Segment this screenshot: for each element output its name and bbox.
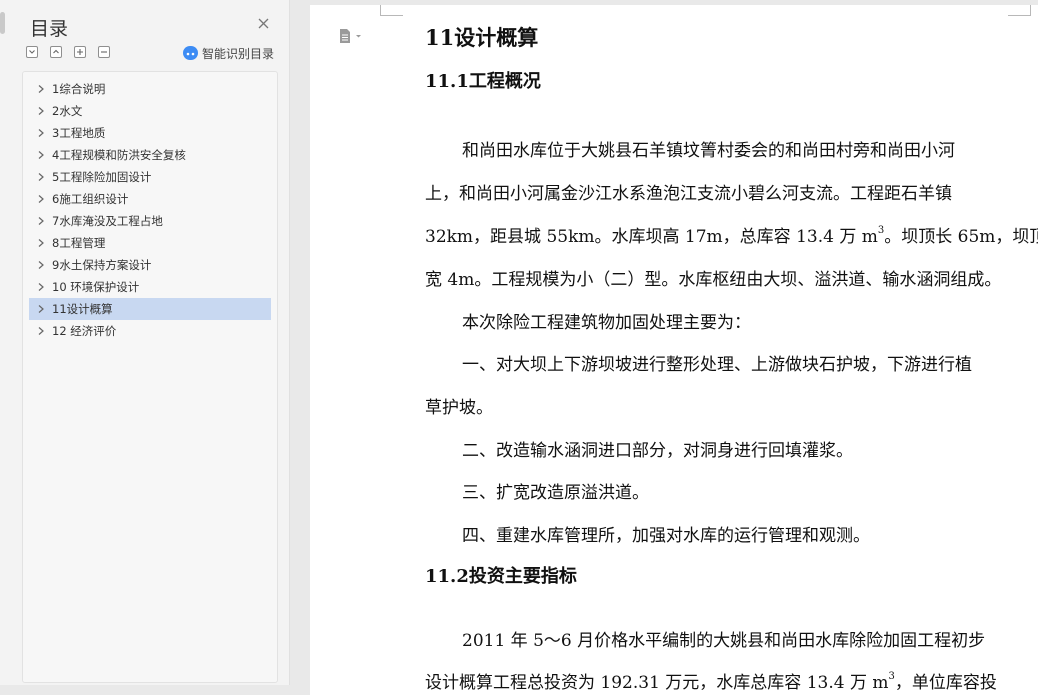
superscript: 3: [877, 225, 885, 237]
collapse-all-icon[interactable]: [50, 46, 62, 58]
smart-toc-button[interactable]: 智能识别目录: [183, 44, 274, 62]
toc-item[interactable]: 9水土保持方案设计: [29, 254, 271, 276]
toc-item-selected[interactable]: 11设计概算: [29, 298, 271, 320]
toc-item-label: 5工程除险加固设计: [52, 170, 152, 184]
toc-item[interactable]: 6施工组织设计: [29, 188, 271, 210]
paragraph-line: 草护坡。: [425, 398, 493, 418]
chevron-right-icon[interactable]: [37, 282, 45, 292]
paragraph-line: 三、扩宽改造原溢洪道。: [462, 483, 649, 503]
chevron-right-icon[interactable]: [37, 304, 45, 314]
toc-item[interactable]: 7水库淹没及工程占地: [29, 210, 271, 232]
paragraph-line: 四、重建水库管理所，加强对水库的运行管理和观测。: [462, 526, 870, 546]
paragraph-line: 二、改造输水涵洞进口部分，对洞身进行回填灌浆。: [462, 441, 853, 461]
text-span: 。坝顶长 65m，坝顶: [884, 227, 1038, 247]
document-area: 11设计概算 11.1工程概况 和尚田水库位于大姚县石羊镇坟箐村委会的和尚田村旁…: [290, 0, 1038, 695]
toc-item-label: 10 环境保护设计: [52, 280, 140, 294]
toc-item-label: 1综合说明: [52, 82, 106, 96]
superscript: 3: [888, 671, 895, 683]
paragraph-line: 上，和尚田小河属金沙江水系渔泡江支流小碧么河支流。工程距石羊镇: [425, 184, 952, 204]
paragraph-line: 一、对大坝上下游坝坡进行整形处理、上游做块石护坡，下游进行植: [462, 355, 972, 375]
paragraph-line: 2011 年 5～6 月价格水平编制的大姚县和尚田水库除险加固工程初步: [462, 631, 986, 651]
paragraph-line: 和尚田水库位于大姚县石羊镇坟箐村委会的和尚田村旁和尚田小河: [462, 141, 955, 161]
remove-item-icon[interactable]: [98, 46, 110, 58]
toc-item[interactable]: 1综合说明: [29, 78, 271, 100]
chevron-right-icon[interactable]: [37, 260, 45, 270]
toc-item[interactable]: 12 经济评价: [29, 320, 271, 342]
chevron-right-icon[interactable]: [37, 128, 45, 138]
paragraph-line: 设计概算工程总投资为 192.31 万元，水库总库容 13.4 万 m3，单位库…: [425, 668, 997, 693]
toc-item-label: 2水文: [52, 104, 83, 118]
toc-item[interactable]: 4工程规模和防洪安全复核: [29, 144, 271, 166]
toc-item[interactable]: 3工程地质: [29, 122, 271, 144]
toc-item-label: 9水土保持方案设计: [52, 258, 152, 272]
chevron-right-icon[interactable]: [37, 172, 45, 182]
chevron-right-icon[interactable]: [37, 84, 45, 94]
document-icon: [340, 29, 361, 43]
paragraph-line: 32km，距县城 55km。水库坝高 17m，总库容 13.4 万 m3。坝顶长…: [425, 222, 1038, 247]
toc-sidebar: 目录 智能识别目录 1综合说明 2水文 3工程地质 4工程规模和防洪安全复核 5…: [0, 0, 290, 685]
toc-item[interactable]: 8工程管理: [29, 232, 271, 254]
toc-item-label: 8工程管理: [52, 236, 106, 250]
chevron-right-icon[interactable]: [37, 326, 45, 336]
chevron-right-icon[interactable]: [37, 194, 45, 204]
chevron-right-icon[interactable]: [37, 106, 45, 116]
toc-item-label: 6施工组织设计: [52, 192, 129, 206]
toc-item-label: 7水库淹没及工程占地: [52, 214, 163, 228]
toc-item-label: 3工程地质: [52, 126, 106, 140]
text-span: ，单位库容投: [894, 673, 997, 693]
sidebar-scrollbar[interactable]: [0, 12, 5, 34]
chevron-right-icon[interactable]: [37, 216, 45, 226]
smart-recognize-icon: [183, 46, 198, 60]
close-icon[interactable]: [256, 16, 272, 32]
toc-item-label: 4工程规模和防洪安全复核: [52, 148, 186, 162]
heading-11: 11设计概算: [425, 25, 539, 50]
add-item-icon[interactable]: [74, 46, 86, 58]
margin-corner-marker: [380, 5, 403, 16]
smart-toc-label: 智能识别目录: [202, 46, 275, 61]
document-page[interactable]: 11设计概算 11.1工程概况 和尚田水库位于大姚县石羊镇坟箐村委会的和尚田村旁…: [310, 5, 1038, 695]
toc-item-label: 12 经济评价: [52, 324, 117, 338]
heading-11-2: 11.2投资主要指标: [425, 566, 577, 587]
expand-all-icon[interactable]: [26, 46, 38, 58]
toc-item[interactable]: 5工程除险加固设计: [29, 166, 271, 188]
paragraph-menu-button[interactable]: [338, 28, 366, 44]
paragraph-line: 本次除险工程建筑物加固处理主要为：: [462, 313, 751, 333]
margin-corner-marker: [1008, 5, 1031, 16]
paragraph-line: 宽 4m。工程规模为小（二）型。水库枢纽由大坝、溢洪道、输水涵洞组成。: [425, 270, 1002, 290]
heading-11-1: 11.1工程概况: [425, 71, 541, 92]
chevron-right-icon[interactable]: [37, 150, 45, 160]
text-span: 32km，距县城 55km。水库坝高 17m，总库容 13.4 万 m: [425, 227, 878, 247]
toc-list: 1综合说明 2水文 3工程地质 4工程规模和防洪安全复核 5工程除险加固设计 6…: [22, 71, 278, 683]
chevron-right-icon[interactable]: [37, 238, 45, 248]
text-span: 设计概算工程总投资为 192.31 万元，水库总库容 13.4 万 m: [425, 673, 889, 693]
toc-item-label: 11设计概算: [52, 302, 113, 316]
toc-item[interactable]: 10 环境保护设计: [29, 276, 271, 298]
sidebar-title: 目录: [30, 18, 69, 40]
toc-item[interactable]: 2水文: [29, 100, 271, 122]
